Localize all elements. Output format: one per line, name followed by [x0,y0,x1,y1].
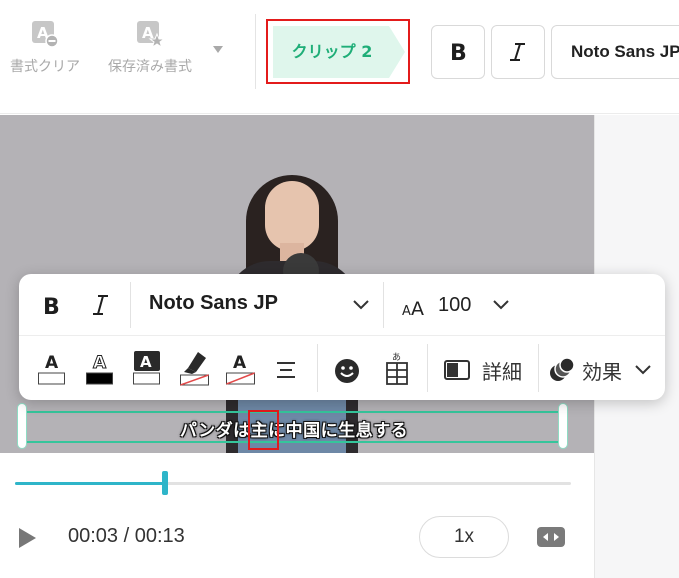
saved-format-icon: A [134,18,166,50]
panel-row-font: B Noto Sans JP A A 100 [19,274,665,336]
saved-format-dropdown-icon[interactable] [213,46,223,53]
background-color-icon: A [133,351,160,385]
panel-divider [538,344,539,392]
svg-text:A: A [233,353,247,373]
panel-divider [427,344,428,392]
size-chevron-down-icon[interactable] [491,296,511,314]
highlighter-icon [180,352,209,386]
person-face [265,181,319,251]
svg-text:A: A [411,298,424,318]
saved-format-label: 保存済み書式 [108,59,192,75]
highlight-color-button[interactable] [179,350,211,388]
detail-button[interactable]: 詳細 [482,356,522,385]
font-size-icon: A A [401,294,431,318]
top-toolbar: A 書式クリア A 保存済み書式 クリップ 2 B Noto Sans JP [0,0,679,114]
timeline-scrubber[interactable] [162,471,168,495]
bold-icon: B [450,41,467,64]
subtitle-box-bottom-border [26,441,562,443]
outline-color-icon: A [86,353,113,385]
effect-chevron-down-icon[interactable] [633,362,653,378]
panel-divider [130,282,131,328]
panel-italic-button[interactable] [89,292,113,318]
playback-timeline[interactable] [15,471,571,495]
font-select[interactable]: Noto Sans JP [551,25,679,79]
play-icon [19,528,36,548]
panel-divider [317,344,318,392]
svg-text:A: A [402,304,411,318]
subtitle-text[interactable]: パンダは主に中国に生息する [20,416,568,441]
clip-tag-label: クリップ 2 [291,42,373,61]
svg-text:A: A [45,353,59,373]
svg-text:B: B [450,41,467,64]
time-display: 00:03 / 00:13 [68,525,185,547]
emoji-button[interactable] [332,356,362,386]
play-button[interactable] [16,526,38,550]
subtitle-box-top-border [26,411,562,413]
clear-format-label: 書式クリア [10,59,80,75]
panel-divider [383,282,384,328]
app-root: A 書式クリア A 保存済み書式 クリップ 2 B Noto Sans JP パ… [0,0,679,578]
playback-speed-button[interactable]: 1x [419,516,509,558]
italic-icon [510,43,525,61]
svg-text:A: A [140,353,152,371]
svg-text:B: B [43,295,60,318]
italic-icon [93,295,108,315]
clear-format-icon: A [29,18,61,50]
font-size-value[interactable]: 100 [438,294,471,317]
effect-button[interactable]: 効果 [582,356,622,385]
shadow-color-button[interactable]: A [225,350,257,388]
furigana-button[interactable]: あ [383,350,411,388]
shadow-color-icon: A [226,353,255,385]
fit-screen-button[interactable] [536,526,566,548]
svg-text:A: A [93,353,107,373]
toolbar-divider [255,14,256,89]
svg-text:あ: あ [392,352,401,363]
text-format-panel: B Noto Sans JP A A 100 A A A A あ 詳細 効果 [19,274,665,400]
outline-color-button[interactable]: A [85,350,115,388]
text-color-button[interactable]: A [37,350,67,388]
panel-font-select[interactable]: Noto Sans JP [149,292,278,315]
italic-button[interactable] [491,25,545,79]
emoji-icon [335,359,359,383]
effect-icon [548,356,576,384]
bold-button[interactable]: B [431,25,485,79]
subtitle-char-highlight-frame [248,410,279,450]
subtitle-box[interactable]: パンダは主に中国に生息する [17,403,568,449]
clear-format-button[interactable]: A 書式クリア [10,18,80,76]
furigana-icon: あ [386,352,408,385]
align-center-button[interactable] [274,360,298,380]
timeline-progress [15,482,165,485]
panel-bold-button[interactable]: B [41,292,65,318]
clip-tag[interactable]: クリップ 2 [273,26,405,78]
font-chevron-down-icon[interactable] [351,296,371,314]
background-color-button[interactable]: A [132,350,162,388]
fit-screen-icon [537,527,565,547]
text-color-icon: A [38,353,65,385]
bold-icon: B [43,295,60,318]
saved-format-button[interactable]: A 保存済み書式 [108,18,192,76]
align-center-icon [277,362,295,378]
detail-icon [443,358,471,382]
